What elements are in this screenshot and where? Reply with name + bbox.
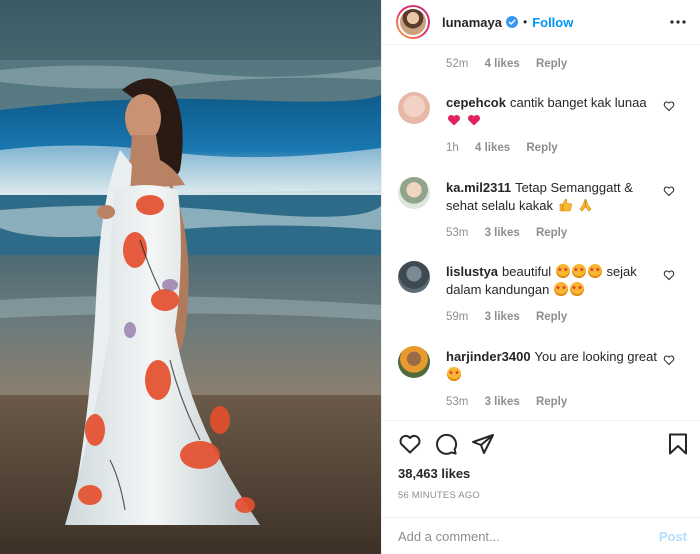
commenter-avatar[interactable] — [398, 177, 430, 209]
like-comment-heart-icon[interactable] — [663, 354, 675, 366]
comment-likes[interactable]: 3 likes — [485, 396, 520, 408]
add-comment-bar: Post — [382, 517, 700, 554]
comment-text: You are looking great — [534, 349, 657, 364]
red-heart-emoji-icon — [447, 114, 461, 126]
comment-likes[interactable]: 4 likes — [475, 142, 510, 154]
post-actions: 38,463 likes 56 MINUTES AGO — [382, 420, 700, 530]
reply-button[interactable]: Reply — [536, 311, 567, 323]
follow-button[interactable]: Follow — [532, 15, 573, 30]
comments-list[interactable]: 52m 4 likes Reply cepehcok cantik banget … — [382, 46, 700, 420]
post-photo[interactable] — [0, 0, 381, 554]
post-timestamp: 56 MINUTES AGO — [398, 490, 480, 501]
post-header: lunamaya • Follow — [382, 0, 700, 45]
reply-button[interactable]: Reply — [526, 142, 557, 154]
comment-meta: 1h 4 likes Reply — [446, 142, 571, 154]
comment-text-block: harjinder3400 You are looking great — [446, 348, 658, 384]
commenter-avatar[interactable] — [398, 346, 430, 378]
post-comment-button[interactable]: Post — [659, 529, 687, 544]
bookmark-icon[interactable] — [666, 432, 690, 456]
thumbs-up-emoji-icon — [559, 198, 572, 212]
comment-time: 53m — [446, 396, 469, 408]
author-username[interactable]: lunamaya — [442, 15, 502, 30]
commenter-username[interactable]: cepehcok — [446, 95, 506, 110]
commenter-username[interactable]: harjinder3400 — [446, 349, 531, 364]
like-comment-heart-icon[interactable] — [663, 269, 675, 281]
star-struck-emoji-icon — [571, 264, 586, 278]
commenter-username[interactable]: ka.mil2311 — [446, 180, 511, 195]
comment-likes[interactable]: 4 likes — [485, 58, 520, 70]
author-avatar[interactable] — [396, 5, 430, 39]
reply-button[interactable]: Reply — [536, 396, 567, 408]
star-struck-emoji-icon — [447, 367, 461, 381]
comment-likes[interactable]: 3 likes — [485, 227, 520, 239]
instagram-post: lunamaya • Follow 52m 4 likes Reply cepe… — [0, 0, 700, 554]
comment-time: 1h — [446, 142, 459, 154]
share-icon[interactable] — [471, 432, 495, 456]
praying-hands-emoji-icon — [579, 198, 592, 212]
comment-meta: 59m 3 likes Reply — [446, 311, 580, 323]
comment-meta: 53m 3 likes Reply — [446, 227, 580, 239]
reply-button[interactable]: Reply — [536, 227, 567, 239]
comment-icon[interactable] — [434, 432, 458, 456]
star-struck-emoji-icon — [553, 282, 568, 296]
comment-time: 53m — [446, 227, 469, 239]
verified-badge-icon — [505, 16, 518, 28]
comment-text-block: ka.mil2311 Tetap Semanggatt & sehat selal… — [446, 179, 658, 215]
comment-time: 52m — [446, 58, 469, 70]
likes-count[interactable]: 38,463 likes — [398, 466, 470, 481]
star-struck-emoji-icon — [569, 282, 584, 296]
like-comment-heart-icon[interactable] — [663, 185, 675, 197]
red-heart-emoji-icon — [467, 114, 480, 126]
comment-text-block: cepehcok cantik banget kak lunaa — [446, 94, 658, 130]
commenter-avatar[interactable] — [398, 261, 430, 293]
comment-text: cantik banget kak lunaa — [509, 95, 647, 110]
reply-button[interactable]: Reply — [536, 58, 567, 70]
post-sidebar: lunamaya • Follow 52m 4 likes Reply cepe… — [381, 0, 700, 554]
add-comment-input[interactable] — [398, 528, 659, 544]
commenter-avatar[interactable] — [398, 92, 430, 124]
comment-time: 59m — [446, 311, 469, 323]
star-struck-emoji-icon — [587, 264, 602, 278]
comment-meta: 53m 3 likes Reply — [446, 396, 580, 408]
star-struck-emoji-icon — [555, 264, 570, 278]
comment-text: beautiful — [502, 264, 552, 279]
beach-portrait-image — [0, 0, 381, 554]
comment-likes[interactable]: 3 likes — [485, 311, 520, 323]
more-options-icon[interactable] — [669, 13, 687, 31]
like-comment-heart-icon[interactable] — [663, 100, 675, 112]
previous-comment-meta: 52m 4 likes Reply — [446, 58, 580, 70]
heart-icon[interactable] — [398, 432, 422, 456]
commenter-username[interactable]: lislustya — [446, 264, 498, 279]
header-separator: • — [522, 15, 528, 29]
comment-text-block: lislustya beautiful sejak dalam kandungan — [446, 263, 658, 299]
